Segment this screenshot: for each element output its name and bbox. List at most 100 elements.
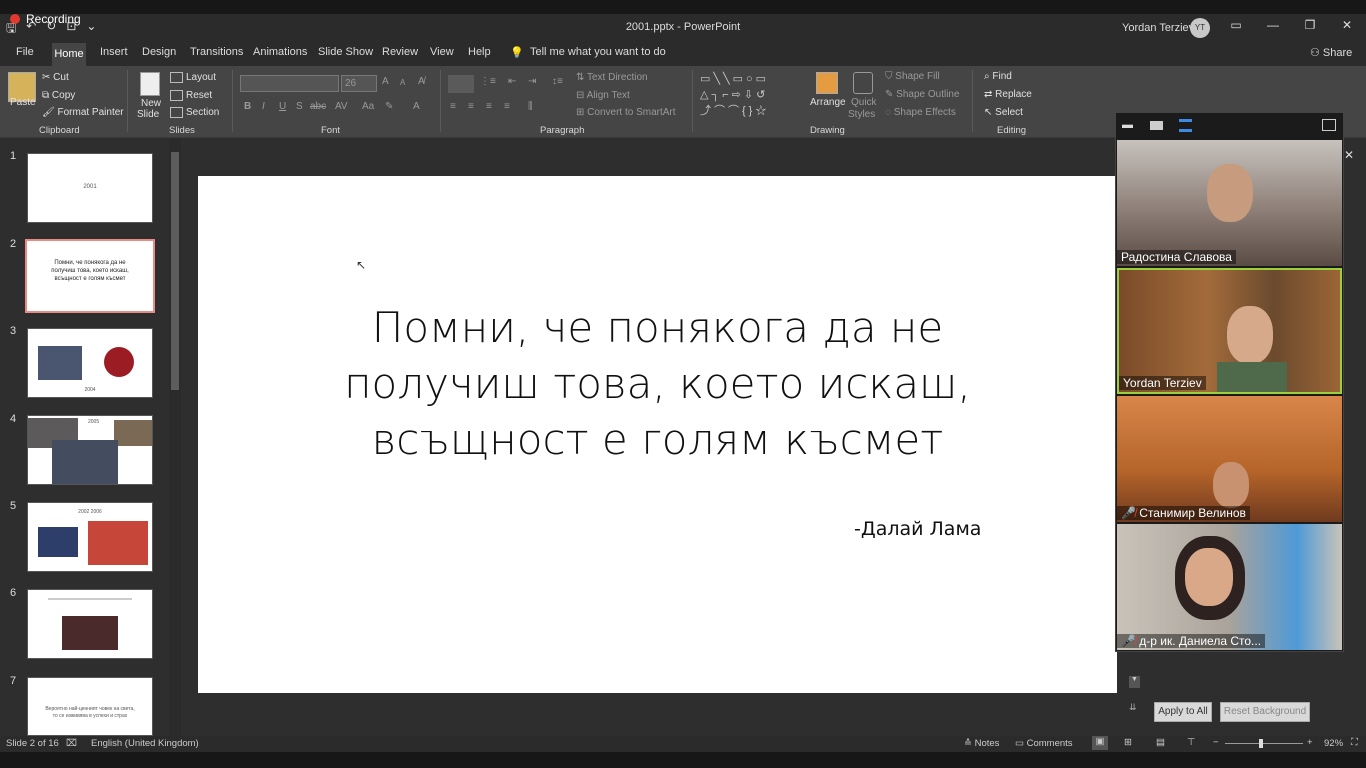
shrink-font-button[interactable]: A <box>400 78 405 87</box>
zoom-level[interactable]: 92% <box>1324 738 1343 749</box>
numbering-icon[interactable]: ⋮≡ <box>480 76 496 87</box>
layout-button[interactable]: Layout <box>170 72 216 83</box>
speaker-view-icon[interactable] <box>1150 121 1163 130</box>
new-slide-label[interactable]: New <box>141 98 161 109</box>
tab-transitions[interactable]: Transitions <box>190 46 243 58</box>
tab-insert[interactable]: Insert <box>100 46 128 58</box>
copy-button[interactable]: ⧉ Copy <box>42 90 75 101</box>
share-button[interactable]: ⚇ Share <box>1310 46 1352 59</box>
align-right-icon[interactable]: ≡ <box>486 101 492 112</box>
slide-thumbnail-4[interactable]: 2005 <box>27 415 153 485</box>
expand-panel-icon[interactable] <box>1322 119 1336 131</box>
close-pane-icon[interactable]: ✕ <box>1344 148 1354 162</box>
highlight-icon[interactable]: ✎ <box>385 101 393 112</box>
section-button[interactable]: Section <box>170 107 219 118</box>
shape-fill-button[interactable]: ⛉ Shape Fill <box>885 71 940 82</box>
minimize-panel-icon[interactable]: ▬ <box>1122 119 1133 131</box>
comments-button[interactable]: ▭ Comments <box>1015 738 1073 749</box>
slide-quote[interactable]: Помни, че понякога да не получиш това, к… <box>198 300 1117 468</box>
replace-button[interactable]: ⇄ Replace <box>984 89 1032 100</box>
convert-smartart-button[interactable]: ⊞ Convert to SmartArt <box>576 107 676 118</box>
slide-canvas[interactable]: Помни, че понякога да не получиш това, к… <box>198 176 1117 693</box>
underline-button[interactable]: U <box>279 101 286 112</box>
zoom-out-icon[interactable]: − <box>1213 737 1219 748</box>
slide-thumbnail-3[interactable]: 2004 <box>27 328 153 398</box>
slide-thumbnail-5[interactable]: 2002 2006 <box>27 502 153 572</box>
slide-thumbnail-6[interactable] <box>27 589 153 659</box>
reset-button[interactable]: Reset <box>170 90 212 101</box>
next-slide-icon[interactable]: ⇊ <box>1129 702 1137 713</box>
gallery-view-icon[interactable] <box>1179 119 1192 132</box>
quick-styles-label-2[interactable]: Styles <box>848 109 875 120</box>
grow-font-button[interactable]: A <box>382 76 389 87</box>
new-slide-icon[interactable] <box>140 72 160 96</box>
shapes-gallery[interactable]: ▭╲╲▭○▭ △┐⌐⇨⇩↺ ⤴⌒⌒{}☆ <box>700 71 805 121</box>
notes-button[interactable]: ≙ Notes <box>964 738 999 749</box>
ribbon-display-options-icon[interactable]: ▭ <box>1225 18 1247 36</box>
participant-video-1[interactable]: Радостина Славова <box>1117 140 1342 266</box>
participant-video-2[interactable]: Yordan Terziev <box>1117 268 1342 394</box>
tab-review[interactable]: Review <box>382 46 418 58</box>
tab-home[interactable]: Home <box>52 43 86 66</box>
tell-me-search[interactable]: Tell me what you want to do <box>530 46 666 58</box>
slide-sorter-icon[interactable]: ⊞ <box>1124 737 1132 748</box>
align-center-icon[interactable]: ≡ <box>468 101 474 112</box>
align-text-button[interactable]: ⊟ Align Text <box>576 90 630 101</box>
tab-view[interactable]: View <box>430 46 454 58</box>
text-direction-button[interactable]: ⇅ Text Direction <box>576 72 648 83</box>
shape-outline-button[interactable]: ✎ Shape Outline <box>885 89 960 100</box>
justify-icon[interactable]: ≡ <box>504 101 510 112</box>
strikethrough-button[interactable]: abc <box>310 101 326 112</box>
bullets-icon[interactable] <box>448 75 474 93</box>
participant-video-4[interactable]: 🎤̸ д-р ик. Даниела Сто... <box>1117 524 1342 650</box>
fit-to-window-icon[interactable]: ⛶ <box>1351 737 1358 748</box>
minimize-icon[interactable]: — <box>1262 18 1284 36</box>
format-painter-button[interactable]: 🖌 Format Painter <box>42 107 124 118</box>
restore-icon[interactable]: ❐ <box>1299 18 1321 36</box>
shadow-button[interactable]: S <box>296 101 303 112</box>
zoom-slider-thumb[interactable] <box>1259 739 1263 748</box>
tab-file[interactable]: File <box>16 46 34 58</box>
close-icon[interactable]: ✕ <box>1336 18 1358 36</box>
paste-button[interactable]: Paste <box>10 97 36 108</box>
increase-indent-icon[interactable]: ⇥ <box>528 76 536 87</box>
find-button[interactable]: ⌕ Find <box>984 71 1012 82</box>
reading-view-icon[interactable]: ▤ <box>1156 737 1165 748</box>
slide-thumbnail-1[interactable]: 2001 <box>27 153 153 223</box>
new-slide-label-2[interactable]: Slide <box>137 109 159 120</box>
apply-to-all-button[interactable]: Apply to All <box>1154 702 1212 722</box>
columns-icon[interactable]: ⫼ <box>528 101 533 112</box>
normal-view-icon[interactable]: ▣ <box>1092 736 1108 750</box>
slideshow-view-icon[interactable]: ⊤ <box>1187 737 1195 748</box>
user-name[interactable]: Yordan Terziev <box>1122 22 1194 34</box>
character-spacing-button[interactable]: AV <box>335 101 348 112</box>
slide-thumbnail-7[interactable]: Вероятно най-ценният човек на света, то … <box>27 677 153 736</box>
tab-help[interactable]: Help <box>468 46 491 58</box>
arrange-button[interactable]: Arrange <box>810 97 846 108</box>
scroll-down-icon[interactable]: ▼ <box>1129 676 1140 688</box>
slide-thumbnail-2[interactable]: Помни, че понякога да не получиш това, к… <box>25 239 155 313</box>
tab-slide-show[interactable]: Slide Show <box>318 46 373 58</box>
participant-video-3[interactable]: 🎤̸ Станимир Велинов <box>1117 396 1342 522</box>
spellcheck-icon[interactable]: ⌧ <box>66 738 77 749</box>
font-name-box[interactable] <box>240 75 339 92</box>
zoom-slider[interactable] <box>1225 743 1303 744</box>
zoom-in-icon[interactable]: + <box>1307 737 1313 748</box>
reset-background-button[interactable]: Reset Background <box>1220 702 1310 722</box>
user-avatar[interactable]: YT <box>1190 18 1210 38</box>
arrange-icon[interactable] <box>816 72 838 94</box>
italic-button[interactable]: I <box>262 101 265 112</box>
quick-styles-icon[interactable] <box>853 72 873 94</box>
change-case-button[interactable]: Aa <box>362 101 374 112</box>
slide-counter[interactable]: Slide 2 of 16 <box>6 738 59 749</box>
bold-button[interactable]: B <box>244 101 251 112</box>
select-button[interactable]: ↖ Select <box>984 107 1023 118</box>
quick-styles-label[interactable]: Quick <box>851 97 877 108</box>
tab-design[interactable]: Design <box>142 46 176 58</box>
line-spacing-icon[interactable]: ↕≡ <box>552 76 563 87</box>
language-indicator[interactable]: English (United Kingdom) <box>91 738 199 749</box>
clear-formatting-icon[interactable]: A̸ <box>418 76 425 87</box>
shape-effects-button[interactable]: ◌ Shape Effects <box>885 107 956 118</box>
thumbnail-scroll-handle[interactable] <box>171 152 179 390</box>
font-size-box[interactable]: 26 <box>341 75 377 92</box>
